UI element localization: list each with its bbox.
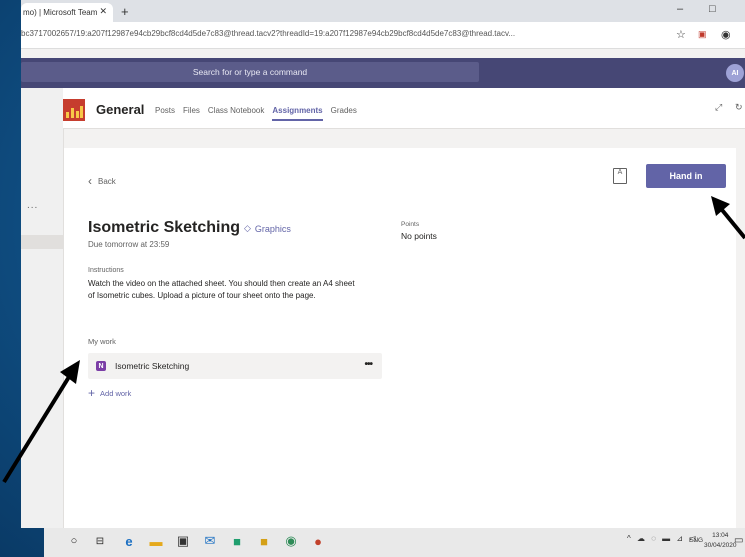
arrow-to-hand-in bbox=[711, 196, 745, 240]
arrow-to-work-item bbox=[2, 360, 80, 484]
annotation-arrows bbox=[2, 196, 745, 484]
